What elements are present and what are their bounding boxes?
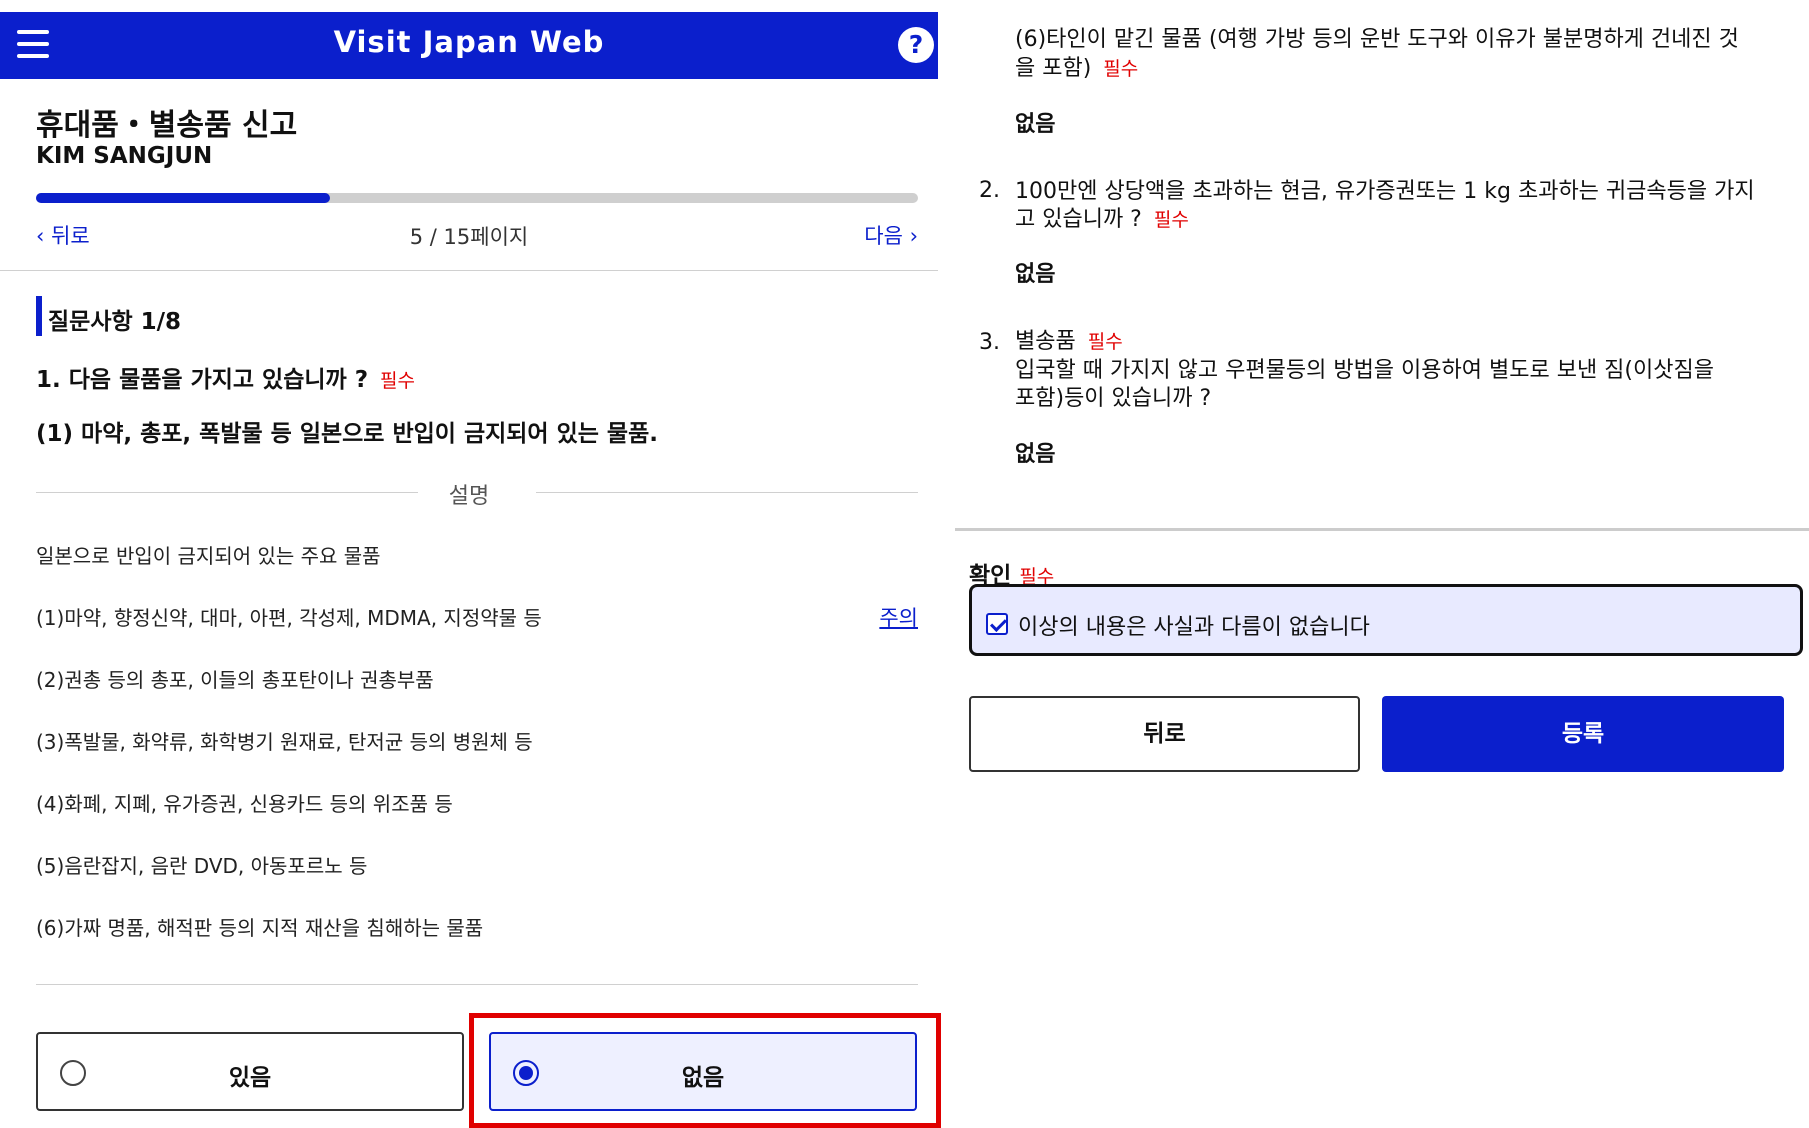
selection-highlight-box — [469, 1013, 941, 1128]
progress-bar-fill — [36, 193, 330, 203]
summary-item6-answer: 없음 — [1015, 112, 1056, 137]
summary-item6-line2-wrap: 을 포함) 필수 — [1015, 55, 1138, 83]
choices-divider — [36, 984, 918, 985]
question-main-text: 1. 다음 물품을 가지고 있습니까 ? — [36, 367, 369, 393]
progress-bar — [36, 193, 918, 203]
explanation-item: (5)음란잡지, 음란 DVD, 아동포르노 등 — [36, 854, 368, 878]
summary-item6-line1: (6)타인이 맡긴 물품 (여행 가방 등의 운반 도구와 이유가 불분명하게 … — [1015, 27, 1739, 52]
explanation-label: 설명 — [448, 484, 490, 509]
screen: Visit Japan Web ? 휴대품・별송품 신고 KIM SANGJUN… — [0, 0, 1809, 1128]
checkbox-checked-icon[interactable] — [986, 613, 1008, 635]
summary-divider — [955, 528, 1809, 531]
confirmation-summary-panel: (6)타인이 맡긴 물품 (여행 가방 등의 운반 도구와 이유가 불분명하게 … — [955, 0, 1809, 1128]
answer-yes-option[interactable]: 있음 — [36, 1032, 464, 1111]
help-icon[interactable]: ? — [898, 27, 934, 63]
section-accent-bar — [36, 296, 42, 336]
app-title: Visit Japan Web — [333, 25, 605, 59]
question-main: 1. 다음 물품을 가지고 있습니까 ? 필수 — [36, 360, 415, 394]
summary-q2-line1: 100만엔 상당액을 초과하는 현금, 유가증권또는 1 kg 초과하는 귀금속… — [1015, 179, 1755, 204]
summary-item6-line2: 을 포함) — [1015, 56, 1092, 81]
nav-next-label: 다음 — [864, 224, 903, 248]
explanation-item: (1)마약, 향정신약, 대마, 아편, 각성제, MDMA, 지정약물 등 — [36, 606, 542, 630]
summary-q3-title-wrap: 별송품 필수 — [1015, 328, 1123, 356]
explanation-item: (6)가짜 명품, 해적판 등의 지적 재산을 침해하는 물품 — [36, 916, 484, 940]
answer-yes-label: 있음 — [228, 1065, 272, 1091]
nav-divider — [0, 270, 938, 271]
back-button[interactable]: 뒤로 — [969, 696, 1360, 772]
summary-q2-line2-wrap: 고 있습니까 ? 필수 — [1015, 206, 1189, 234]
section-title: 질문사항 1/8 — [48, 309, 182, 335]
chevron-right-icon: › — [909, 224, 918, 248]
confirm-checkbox-label: 이상의 내용은 사실과 다름이 없습니다 — [1018, 615, 1370, 640]
confirm-checkbox-field[interactable]: 이상의 내용은 사실과 다름이 없습니다 — [969, 584, 1803, 656]
explanation-item: (3)폭발물, 화약류, 화학병기 원재료, 탄저균 등의 병원체 등 — [36, 730, 533, 754]
required-badge: 필수 — [380, 370, 416, 392]
page-title: 휴대품・별송품 신고 — [36, 108, 298, 143]
explanation-intro: 일본으로 반입이 금지되어 있는 주요 물품 — [36, 544, 381, 568]
required-badge: 필수 — [1153, 209, 1189, 231]
explanation-item: (2)권총 등의 총포, 이들의 총포탄이나 권총부품 — [36, 668, 434, 692]
top-app-bar: Visit Japan Web ? — [0, 12, 938, 79]
required-badge: 필수 — [1087, 331, 1123, 353]
summary-q3-answer: 없음 — [1015, 442, 1056, 467]
summary-q2-number: 2. — [979, 178, 1000, 203]
explanation-divider-right — [536, 492, 918, 493]
declaration-form-panel: Visit Japan Web ? 휴대품・별송품 신고 KIM SANGJUN… — [0, 0, 941, 1128]
summary-q3-line1: 입국할 때 가지지 않고 우편물등의 방법을 이용하여 별도로 보낸 짐(이삿짐… — [1015, 358, 1714, 383]
submit-button[interactable]: 등록 — [1382, 696, 1784, 772]
nav-next-link[interactable]: 다음 › — [864, 220, 918, 250]
caution-link[interactable]: 주의 — [879, 602, 918, 632]
user-name: KIM SANGJUN — [36, 143, 213, 169]
explanation-item: (4)화폐, 지폐, 유가증권, 신용카드 등의 위조품 등 — [36, 792, 453, 816]
summary-q2-line2: 고 있습니까 ? — [1015, 207, 1142, 232]
required-badge: 필수 — [1103, 58, 1139, 80]
summary-q3-line2: 포함)등이 있습니까 ? — [1015, 386, 1212, 411]
question-sub: (1) 마약, 총포, 폭발물 등 일본으로 반입이 금지되어 있는 물품. — [36, 421, 658, 447]
summary-q3-number: 3. — [979, 330, 1000, 355]
page-indicator: 5 / 15페이지 — [409, 225, 529, 249]
summary-q2-answer: 없음 — [1015, 262, 1056, 287]
summary-q3-title: 별송품 — [1015, 329, 1076, 354]
